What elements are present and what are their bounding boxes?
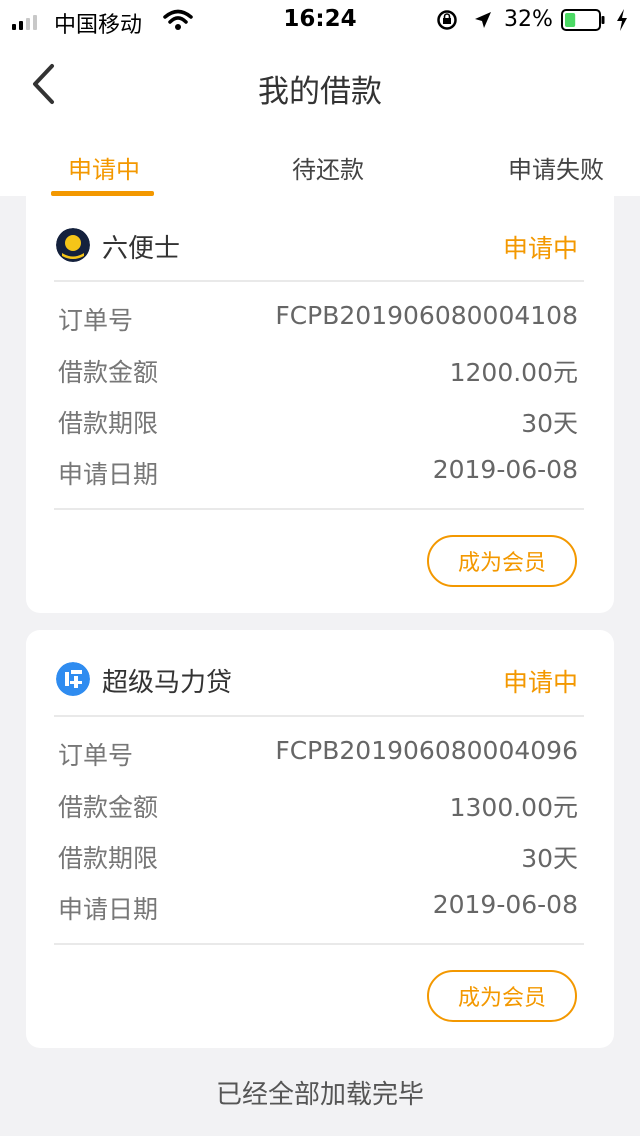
order-number-value: FCPB201906080004096: [275, 736, 578, 765]
tab-pending-repayment[interactable]: 待还款: [292, 150, 364, 185]
lender-name: 六便士: [102, 234, 181, 264]
lender-name: 超级马力贷: [102, 668, 233, 698]
page-title: 我的借款: [258, 74, 382, 110]
loan-term-label: 借款期限: [58, 409, 159, 438]
charging-icon: [617, 9, 627, 31]
location-arrow-icon: [475, 12, 491, 28]
battery-icon: [561, 9, 605, 31]
become-member-button[interactable]: 成为会员: [427, 970, 577, 1022]
loan-term-value: 30天: [521, 409, 578, 438]
rotation-lock-icon: [437, 10, 457, 30]
tab-bar: 申请中 待还款 申请失败: [0, 130, 640, 196]
order-number-value: FCPB201906080004108: [275, 301, 578, 330]
status-badge: 申请中: [502, 234, 578, 263]
become-member-button[interactable]: 成为会员: [427, 535, 577, 587]
application-date-label: 申请日期: [58, 895, 159, 924]
order-number-label: 订单号: [58, 306, 134, 335]
loan-amount-value: 1200.00元: [449, 358, 578, 387]
lender-logo-icon: [56, 662, 90, 696]
nav-bar: 我的借款: [0, 40, 640, 130]
battery-percentage: 32%: [504, 7, 553, 32]
loan-term-label: 借款期限: [58, 844, 159, 873]
status-badge: 申请中: [502, 668, 578, 697]
loan-term-value: 30天: [521, 844, 578, 873]
application-date-label: 申请日期: [58, 460, 159, 489]
tab-application-failed[interactable]: 申请失败: [508, 150, 604, 185]
loan-card: 超级马力贷 申请中 订单号 FCPB201906080004096 借款金额 1…: [26, 630, 614, 1048]
divider: [54, 715, 584, 717]
lender-logo-icon: [56, 228, 90, 262]
divider: [54, 280, 584, 282]
divider: [54, 943, 584, 945]
application-date-value: 2019-06-08: [432, 455, 578, 484]
divider: [54, 508, 584, 510]
all-loaded-message: 已经全部加载完毕: [215, 1080, 424, 1110]
tab-applying[interactable]: 申请中: [68, 150, 140, 185]
loan-amount-value: 1300.00元: [449, 793, 578, 822]
application-date-value: 2019-06-08: [432, 890, 578, 919]
loan-card: 六便士 申请中 订单号 FCPB201906080004108 借款金额 120…: [26, 196, 614, 613]
status-bar: 中国移动 16:24 32%: [0, 0, 640, 40]
loan-amount-label: 借款金额: [58, 358, 159, 387]
loan-amount-label: 借款金额: [58, 793, 159, 822]
order-number-label: 订单号: [58, 741, 134, 770]
